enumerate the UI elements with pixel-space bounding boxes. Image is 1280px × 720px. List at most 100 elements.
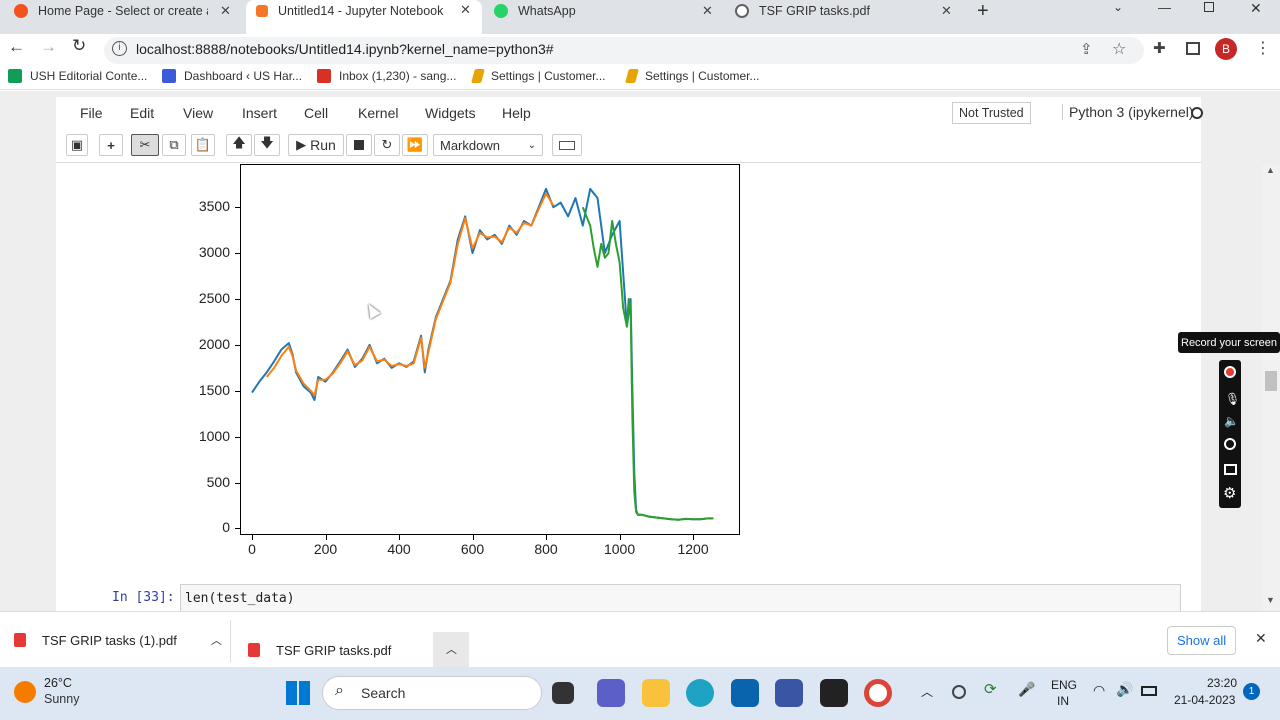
new-tab-button[interactable]: + bbox=[977, 0, 989, 23]
clock-time[interactable]: 23:20 bbox=[1207, 676, 1237, 690]
menu-view[interactable]: View bbox=[183, 105, 213, 121]
command-palette-button[interactable] bbox=[552, 134, 582, 156]
menu-help[interactable]: Help bbox=[502, 105, 531, 121]
bookmark-item[interactable]: USH Editorial Conte... bbox=[8, 69, 147, 83]
window-icon[interactable] bbox=[1224, 464, 1237, 475]
show-all-button[interactable]: Show all bbox=[1167, 626, 1237, 655]
menu-edit[interactable]: Edit bbox=[130, 105, 154, 121]
terminal-icon[interactable] bbox=[820, 679, 848, 707]
windows-start-icon[interactable] bbox=[286, 681, 310, 705]
weather-temp[interactable]: 26°C bbox=[44, 676, 72, 690]
back-icon[interactable]: ← bbox=[8, 37, 25, 57]
menu-kernel[interactable]: Kernel bbox=[358, 105, 398, 121]
teams-chat-icon[interactable] bbox=[597, 679, 625, 707]
share-icon[interactable]: ⇪ bbox=[1080, 40, 1093, 58]
scroll-down-icon[interactable]: ▼ bbox=[1266, 595, 1275, 605]
bookmark-label: USH Editorial Conte... bbox=[30, 69, 148, 83]
bookmark-item[interactable]: Settings | Customer... bbox=[471, 69, 606, 83]
move-up-button[interactable]: 🡅 bbox=[226, 134, 252, 156]
jupyter-menubar: File Edit View Insert Cell Kernel Widget… bbox=[56, 97, 1203, 131]
extensions-icon[interactable]: ✚ bbox=[1153, 39, 1166, 57]
tab-jupyter-notebook[interactable]: Untitled14 - Jupyter Notebook ✕ bbox=[246, 0, 482, 34]
close-icon[interactable]: ✕ bbox=[460, 2, 471, 18]
close-downloads-icon[interactable]: ✕ bbox=[1255, 630, 1267, 647]
menu-file[interactable]: File bbox=[80, 105, 103, 121]
save-button[interactable]: ▣ bbox=[66, 134, 88, 156]
speaker-icon[interactable]: 🔈 bbox=[1224, 414, 1239, 428]
volume-icon[interactable]: 🔊 bbox=[1116, 681, 1133, 698]
copy-button[interactable]: ⧉ bbox=[162, 134, 186, 156]
tab-search-icon[interactable]: ⌄ bbox=[1113, 0, 1123, 14]
bookmark-item[interactable]: Dashboard ‹ US Har... bbox=[162, 69, 302, 83]
microphone-icon[interactable]: 🎙 bbox=[1225, 392, 1240, 406]
task-view-icon[interactable] bbox=[552, 682, 574, 704]
window-close-icon[interactable]: ✕ bbox=[1250, 0, 1262, 17]
browser-menu-icon[interactable]: ⋮ bbox=[1255, 38, 1271, 58]
show-hidden-icons[interactable]: ︿ bbox=[921, 683, 933, 700]
url-field[interactable]: i localhost:8888/notebooks/Untitled14.ip… bbox=[104, 37, 1144, 64]
edge-browser-icon[interactable] bbox=[686, 679, 714, 707]
kernel-name[interactable]: Python 3 (ipykernel) bbox=[1062, 104, 1194, 120]
chrome-icon[interactable] bbox=[864, 679, 892, 707]
cut-button[interactable]: ✂ bbox=[131, 134, 159, 156]
menu-widgets[interactable]: Widgets bbox=[425, 105, 476, 121]
minimize-icon[interactable]: — bbox=[1158, 0, 1171, 15]
bookmark-item[interactable]: Inbox (1,230) - sang... bbox=[317, 69, 456, 83]
tab-home-page[interactable]: Home Page - Select or create a n ✕ bbox=[14, 0, 234, 22]
tab-tsf-pdf[interactable]: TSF GRIP tasks.pdf ✕ bbox=[735, 0, 961, 22]
side-panel-icon[interactable] bbox=[1186, 42, 1200, 55]
site-info-icon[interactable]: i bbox=[112, 41, 127, 56]
y-tick-label: 3500 bbox=[198, 198, 230, 215]
menu-insert[interactable]: Insert bbox=[242, 105, 277, 121]
reload-icon[interactable]: ↻ bbox=[72, 36, 86, 56]
trust-button[interactable]: Not Trusted bbox=[952, 102, 1031, 124]
bookmark-item[interactable]: Settings | Customer... bbox=[625, 69, 760, 83]
sync-icon[interactable]: ⟳ bbox=[984, 680, 997, 698]
check-icon bbox=[625, 69, 639, 83]
powerapps-icon[interactable] bbox=[775, 679, 803, 707]
file-explorer-icon[interactable] bbox=[642, 679, 670, 707]
close-icon[interactable]: ✕ bbox=[702, 3, 713, 19]
close-icon[interactable]: ✕ bbox=[220, 3, 231, 19]
move-down-button[interactable]: 🡇 bbox=[254, 134, 280, 156]
scroll-thumb[interactable] bbox=[1265, 371, 1277, 391]
tab-whatsapp[interactable]: WhatsApp ✕ bbox=[494, 0, 722, 22]
bookmark-label: Dashboard ‹ US Har... bbox=[184, 69, 303, 83]
cell-type-select[interactable]: Markdown ⌄ bbox=[433, 134, 543, 156]
restart-run-all-button[interactable]: ⏩ bbox=[402, 134, 428, 156]
restore-icon[interactable] bbox=[1204, 2, 1214, 12]
bookmark-star-icon[interactable]: ☆ bbox=[1112, 39, 1126, 59]
language-eng[interactable]: ENG bbox=[1051, 678, 1077, 692]
y-tick-mark bbox=[235, 344, 240, 346]
close-icon[interactable]: ✕ bbox=[941, 3, 952, 19]
taskbar-search-box[interactable]: ⌕ Search bbox=[322, 676, 542, 710]
chevron-up-icon[interactable]: ︿ bbox=[433, 632, 470, 668]
microphone-icon[interactable]: 🎤 bbox=[1018, 681, 1035, 698]
battery-icon[interactable] bbox=[1141, 686, 1157, 696]
webcam-icon[interactable] bbox=[1224, 438, 1236, 450]
record-icon[interactable] bbox=[1224, 366, 1236, 378]
forward-icon[interactable]: → bbox=[40, 37, 57, 57]
x-tick-mark bbox=[252, 535, 254, 540]
wifi-icon[interactable]: ◠ bbox=[1093, 682, 1105, 699]
line-chart bbox=[240, 164, 740, 535]
network-status-icon[interactable] bbox=[952, 685, 966, 699]
download-item[interactable]: TSF GRIP tasks (1).pdf ︿ bbox=[14, 632, 222, 648]
notification-badge[interactable]: 1 bbox=[1243, 683, 1260, 700]
settings-gear-icon[interactable]: ⚙ bbox=[1223, 484, 1236, 502]
kernel-status-icon bbox=[1191, 107, 1203, 119]
download-item[interactable]: TSF GRIP tasks.pdf ︿ bbox=[248, 632, 470, 668]
interrupt-button[interactable] bbox=[346, 134, 372, 156]
code-cell-input[interactable]: len(test_data) bbox=[180, 584, 1181, 611]
scroll-up-icon[interactable]: ▲ bbox=[1266, 165, 1275, 175]
run-button[interactable]: ▶ Run bbox=[288, 134, 344, 156]
mail-icon[interactable] bbox=[731, 679, 759, 707]
chevron-up-icon[interactable]: ︿ bbox=[211, 632, 222, 648]
profile-avatar[interactable]: B bbox=[1215, 38, 1237, 60]
download-filename: TSF GRIP tasks.pdf bbox=[276, 642, 392, 658]
menu-cell[interactable]: Cell bbox=[304, 105, 328, 121]
page-scrollbar[interactable]: ▲ ▼ bbox=[1262, 165, 1280, 611]
restart-button[interactable]: ↻ bbox=[374, 134, 400, 156]
insert-cell-button[interactable]: + bbox=[99, 134, 123, 156]
paste-button[interactable]: 📋 bbox=[191, 134, 215, 156]
